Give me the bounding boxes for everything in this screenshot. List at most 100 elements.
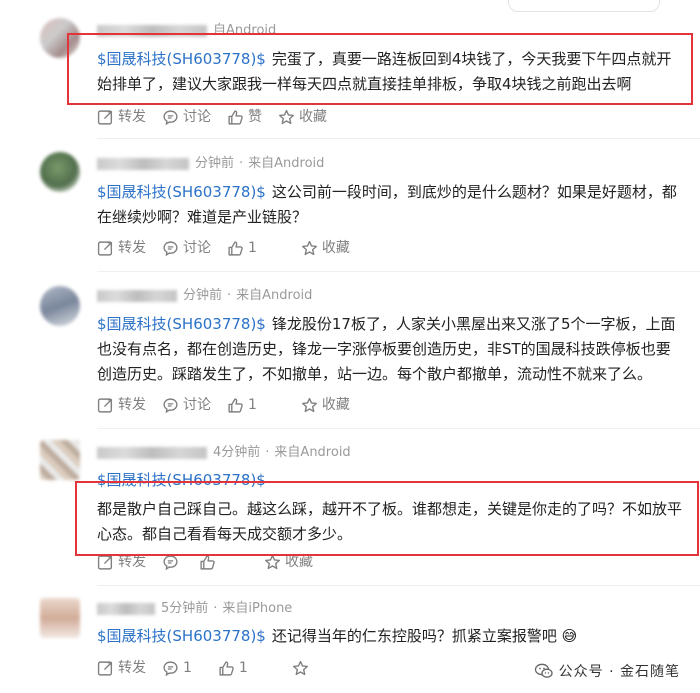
comment-button[interactable]: 讨论: [162, 107, 211, 127]
star-icon: [279, 109, 294, 124]
repost-button[interactable]: 转发: [97, 107, 146, 127]
post-actions: 转发 收藏: [97, 552, 329, 572]
like-button[interactable]: 1: [227, 395, 257, 415]
post-text: 还记得当年的仁东控股吗？抓紧立案报警吧: [271, 627, 557, 645]
repost-button[interactable]: 转发: [97, 395, 146, 415]
repost-icon: [97, 109, 113, 125]
favorite-label: 收藏: [285, 554, 313, 570]
post-actions: 转发 讨论 1 收藏: [97, 238, 366, 258]
thumbs-up-icon: [228, 397, 243, 413]
divider: [97, 585, 700, 586]
repost-icon: [97, 397, 113, 413]
post-time: 分钟前: [183, 288, 223, 303]
avatar[interactable]: [40, 440, 80, 480]
thumbs-up-icon: [219, 660, 234, 676]
repost-icon: [97, 554, 113, 570]
comment-button[interactable]: 讨论: [162, 395, 211, 415]
comment-icon: [163, 397, 178, 413]
post-meta: 分钟前 · 来自Android: [97, 155, 324, 173]
username-blurred[interactable]: [97, 24, 207, 37]
repost-button[interactable]: 转发: [97, 658, 146, 678]
stock-link[interactable]: $国晟科技(SH603778)$: [97, 50, 266, 68]
star-icon: [301, 397, 317, 412]
comment-label: 讨论: [183, 109, 211, 125]
post-meta: 4分钟前 · 来自Android: [97, 444, 351, 462]
avatar[interactable]: [40, 598, 80, 638]
comment-button[interactable]: [162, 554, 183, 571]
stock-link[interactable]: $国晟科技(SH603778)$: [97, 471, 266, 489]
post-text: 都是散户自己踩自己。越这么踩，越开不了板。谁都想走，关键是你走的了吗？不如放平心…: [97, 500, 683, 543]
repost-label: 转发: [118, 397, 146, 413]
username-blurred[interactable]: [97, 157, 189, 170]
like-count: 1: [248, 397, 257, 413]
repost-label: 转发: [118, 660, 146, 676]
repost-icon: [97, 240, 113, 256]
post-meta: 分钟前 · 来自Android: [97, 287, 312, 305]
search-box-fragment[interactable]: [508, 0, 660, 12]
avatar[interactable]: [40, 18, 80, 58]
like-count: 1: [248, 240, 257, 256]
username-blurred[interactable]: [97, 289, 177, 302]
repost-label: 转发: [118, 109, 146, 125]
post-source: 来自Android: [248, 156, 325, 171]
post-source: 来自Android: [274, 445, 351, 460]
emoji: 😅: [561, 627, 578, 645]
thumbs-up-icon: [228, 240, 243, 256]
comment-button[interactable]: 讨论: [162, 238, 211, 258]
thumbs-up-icon: [200, 554, 215, 570]
post-meta: 5分钟前 · 来自iPhone: [97, 600, 292, 618]
favorite-button[interactable]: 收藏: [301, 395, 350, 415]
post-time: 5分钟前: [161, 601, 209, 616]
stock-link[interactable]: $国晟科技(SH603778)$: [97, 627, 266, 645]
repost-label: 转发: [118, 240, 146, 256]
post-time: 分钟前: [195, 156, 235, 171]
repost-button[interactable]: 转发: [97, 552, 146, 572]
like-button[interactable]: 1: [218, 658, 248, 678]
post-content: $国晟科技(SH603778)$ 锋龙股份17板了，人家关小黑屋出来又涨了5个一字…: [97, 312, 682, 387]
comment-label: 讨论: [183, 240, 211, 256]
divider: [97, 138, 700, 139]
post-source: 自Android: [213, 23, 277, 38]
username-blurred[interactable]: [97, 602, 155, 615]
favorite-button[interactable]: 收藏: [301, 238, 350, 258]
watermark-text: 公众号 · 金石随笔: [558, 664, 680, 680]
comment-icon: [163, 660, 178, 676]
post-actions: 转发 讨论 1 收藏: [97, 395, 366, 415]
like-label: 赞: [248, 109, 262, 125]
username-blurred[interactable]: [97, 446, 207, 459]
comment-icon: [163, 554, 178, 570]
favorite-label: 收藏: [321, 240, 350, 256]
like-button[interactable]: 1: [227, 238, 257, 258]
avatar[interactable]: [40, 152, 80, 192]
post-source: 来自iPhone: [222, 601, 293, 616]
post-content: $国晟科技(SH603778)$ 这公司前一段时间，到底炒的是什么题材？如果是好题…: [97, 180, 682, 230]
watermark: 公众号 · 金石随笔: [534, 661, 680, 681]
stock-link[interactable]: $国晟科技(SH603778)$: [97, 183, 266, 201]
post-content: $国晟科技(SH603778)$ 还记得当年的仁东控股吗？抓紧立案报警吧 😅: [97, 624, 682, 649]
repost-button[interactable]: 转发: [97, 238, 146, 258]
post-time: 4分钟前: [213, 445, 261, 460]
comment-icon: [163, 109, 178, 125]
favorite-label: 收藏: [299, 109, 327, 125]
avatar[interactable]: [40, 286, 80, 326]
post-content: $国晟科技(SH603778)$ 都是散户自己踩自己。越这么踩，越开不了板。谁都…: [97, 468, 682, 547]
divider: [97, 428, 700, 429]
star-icon: [301, 240, 317, 255]
post-source: 来自Android: [236, 288, 313, 303]
wechat-icon: [534, 663, 553, 678]
star-icon: [265, 554, 280, 569]
favorite-label: 收藏: [321, 397, 350, 413]
comment-button[interactable]: 1: [162, 658, 192, 678]
favorite-button[interactable]: 收藏: [278, 107, 327, 127]
post-meta: 自Android: [97, 22, 276, 40]
post-actions: 转发 1 1: [97, 658, 329, 678]
post-actions: 转发 讨论 赞 收藏: [97, 107, 343, 127]
post-content: $国晟科技(SH603778)$ 完蛋了，真要一路连板回到4块钱了，今天我要下午四…: [97, 47, 682, 97]
like-button[interactable]: 赞: [227, 107, 262, 127]
like-count: 1: [238, 660, 248, 676]
stock-link[interactable]: $国晟科技(SH603778)$: [97, 315, 266, 333]
like-button[interactable]: [199, 554, 220, 571]
favorite-button[interactable]: 收藏: [264, 552, 313, 572]
favorite-button[interactable]: [292, 660, 313, 677]
thumbs-up-icon: [228, 109, 243, 125]
